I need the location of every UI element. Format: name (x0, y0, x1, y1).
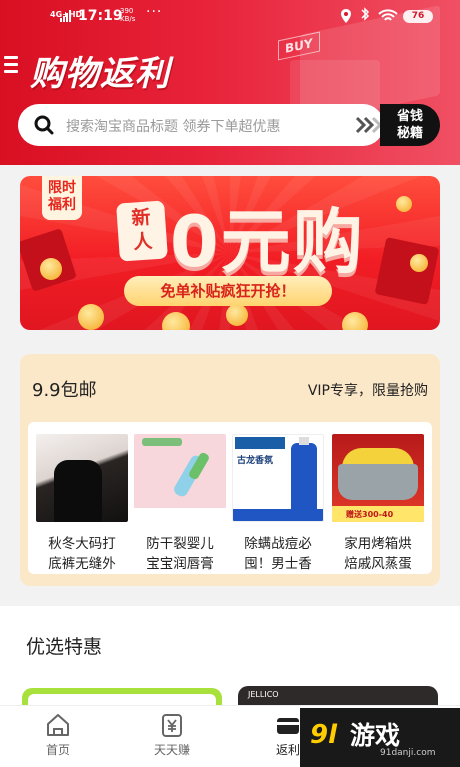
product-image: 赠送300-40 (332, 434, 424, 522)
limited-time-badge: 限时 福利 (42, 176, 82, 220)
menu-icon[interactable] (4, 56, 18, 74)
wifi-icon (378, 9, 398, 27)
yuan-coupon-icon (159, 712, 185, 738)
forward-arrows-icon (354, 116, 383, 139)
signal-icon (60, 10, 74, 22)
wallet-icon (275, 712, 301, 738)
watermark-brand: 游戏 (350, 721, 401, 750)
watermark-logo: 9l (310, 720, 338, 750)
product-name: 除螨战痘必 囤！男士香 (244, 536, 312, 572)
brand-logo: JELLICO (248, 690, 279, 699)
coin-decoration (396, 196, 412, 212)
badge-line1: 限时 (48, 180, 76, 196)
product-item[interactable]: 赠送300-40 家用烤箱烘 焙戚风蒸蛋 (332, 434, 424, 574)
zero-yuan-promo-banner[interactable]: 限时 福利 新 人 0元购 免单补贴疯狂开抢！ (20, 176, 440, 330)
site-watermark: 9l 游戏 91danji.com (300, 708, 460, 767)
coin-decoration (226, 304, 248, 326)
tab-label: 首页 (45, 743, 70, 757)
clock: 17:19 (78, 8, 123, 24)
watermark-site: 91danji.com (380, 748, 436, 758)
search-bar[interactable]: 搜索淘宝商品标题 领券下单超优惠 (18, 104, 384, 146)
deals-title: 9.9包邮 (32, 380, 97, 401)
product-image (134, 434, 226, 522)
battery-icon: 76 (403, 10, 433, 23)
banner-subline: 免单补贴疯狂开抢！ (124, 276, 332, 306)
money-saving-tips-button[interactable]: 省钱 秘籍 (380, 104, 440, 146)
search-icon (34, 115, 54, 135)
home-icon (45, 712, 71, 738)
tab-label: 天天赚 (153, 743, 190, 757)
status-bar: 4G+HD 17:19 390KB/s ··· 76 (0, 4, 460, 28)
product-name: 家用烤箱烘 焙戚风蒸蛋 (344, 536, 412, 572)
product-row: 秋冬大码打底裤无缝外 防干裂婴儿宝宝润唇膏 古龙香氛 除螨战痘必囤！男士香 (28, 422, 432, 574)
tips-label-line1: 省钱 (396, 109, 423, 124)
badge-line2: 福利 (48, 197, 76, 213)
tab-daily-earn[interactable]: 天天赚 (132, 706, 212, 767)
coin-decoration (410, 254, 428, 272)
more-notifications-icon: ··· (146, 4, 163, 20)
section-title: 优选特惠 (26, 636, 103, 658)
newbie-line1: 新 (130, 206, 152, 230)
location-icon (340, 9, 352, 27)
bluetooth-icon (360, 7, 370, 25)
nine-nine-deals-card: 9.9包邮 VIP专享，限量抢购 秋冬大码打 底裤无缝外 防干裂婴儿 宝宝润唇膏 古… (20, 354, 440, 586)
product-name: 防干裂婴儿 宝宝润唇膏 (146, 536, 214, 572)
banner-headline: 0元购 (170, 201, 365, 283)
product-name: 秋冬大码打 底裤无缝外 (48, 536, 116, 572)
newbie-tag: 新 人 (116, 200, 168, 262)
tips-label-line2: 秘籍 (396, 126, 423, 141)
product-image-label: 古龙香氛 (237, 456, 274, 466)
coin-decoration (40, 258, 62, 280)
product-item[interactable]: 古龙香氛 除螨战痘必 囤！男士香 (232, 434, 324, 574)
tab-home[interactable]: 首页 (18, 706, 98, 767)
search-placeholder: 搜索淘宝商品标题 领券下单超优惠 (66, 119, 281, 135)
page-title: 购物返利 (30, 54, 170, 94)
coin-decoration (78, 304, 104, 330)
product-item[interactable]: 防干裂婴儿 宝宝润唇膏 (134, 434, 226, 574)
product-image: 古龙香氛 (232, 434, 324, 522)
network-speed: 390 KB/s (120, 7, 136, 23)
newbie-line2: 人 (132, 230, 154, 254)
product-image-label: 赠送300-40 (346, 510, 394, 519)
deals-subtitle[interactable]: VIP专享，限量抢购 (308, 380, 428, 400)
product-item[interactable]: 秋冬大码打 底裤无缝外 (36, 434, 128, 574)
product-image (36, 434, 128, 522)
